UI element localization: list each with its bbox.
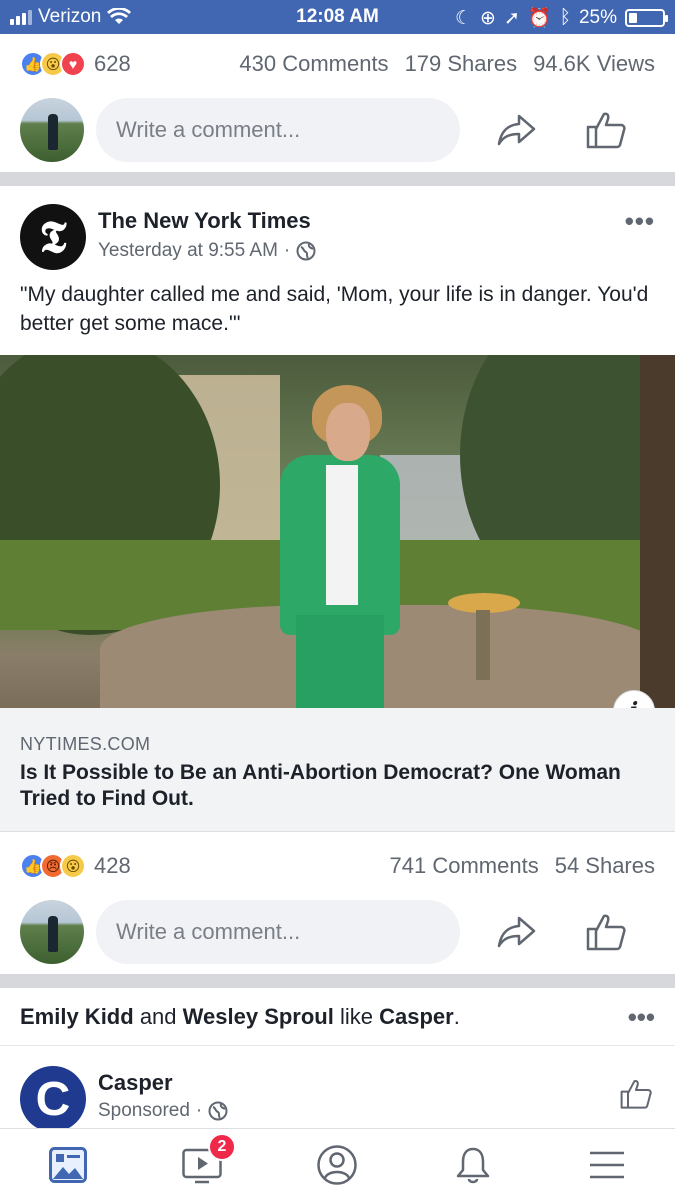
bell-icon — [456, 1147, 490, 1184]
post1-reactions-row: 👍 😮 ♥ 628 430 Comments 179 Shares 94.6K … — [0, 34, 675, 94]
post-timestamp[interactable]: Yesterday at 9:55 AM — [98, 240, 278, 262]
share-button[interactable] — [494, 910, 540, 954]
comment-input[interactable]: Write a comment... — [96, 900, 460, 964]
views-count: 94.6K Views — [533, 51, 655, 76]
like-button[interactable] — [583, 108, 629, 152]
link-domain: NYTIMES.COM — [20, 734, 151, 754]
more-options-icon[interactable]: ••• — [628, 1002, 655, 1033]
like-button[interactable] — [583, 910, 629, 954]
post-text: "My daughter called me and said, 'Mom, y… — [20, 283, 649, 335]
tab-menu[interactable] — [577, 1141, 637, 1189]
link-image[interactable] — [0, 355, 675, 708]
moon-icon: ☾ — [455, 7, 473, 29]
like-page-button[interactable] — [619, 1078, 653, 1115]
news-feed-icon — [49, 1147, 87, 1183]
and-word: and — [139, 1003, 177, 1029]
comments-count[interactable]: 430 Comments — [239, 51, 388, 77]
feed-divider — [0, 974, 675, 988]
user-avatar[interactable] — [20, 900, 84, 964]
post2-header: 𝕿 The New York Times Yesterday at 9:55 A… — [0, 186, 675, 276]
thumbs-up-icon — [620, 1080, 652, 1109]
link-title: Is It Possible to Be an Anti-Abortion De… — [20, 761, 621, 810]
alarm-icon: ⏰ — [527, 8, 552, 29]
liked-page-name[interactable]: Casper — [379, 1004, 454, 1030]
page-name[interactable]: The New York Times — [98, 208, 311, 234]
post-stats: 741 Comments 54 Shares — [390, 853, 655, 879]
reaction-count[interactable]: 428 — [94, 853, 131, 879]
globe-icon — [296, 241, 316, 261]
like-word: like — [339, 1003, 373, 1029]
reaction-count[interactable]: 628 — [94, 51, 131, 77]
meta-dot: · — [283, 240, 291, 261]
rotation-lock-icon: ⊕ — [480, 7, 496, 29]
status-right: ☾ ⊕ ➚ ⏰ ᛒ 25% — [455, 6, 668, 30]
social-context: Emily Kidd and Wesley Sproul like Casper… — [0, 988, 675, 1046]
tab-news-feed[interactable] — [38, 1141, 98, 1189]
location-icon: ➚ — [503, 7, 520, 29]
comment-input[interactable]: Write a comment... — [96, 98, 460, 162]
battery-percent: 25% — [578, 7, 617, 28]
shares-count[interactable]: 54 Shares — [555, 853, 655, 879]
more-options-icon[interactable]: ••• — [625, 206, 655, 237]
menu-icon — [590, 1151, 624, 1179]
user-avatar[interactable] — [20, 98, 84, 162]
globe-icon — [208, 1101, 228, 1121]
post-meta: Yesterday at 9:55 AM · — [98, 240, 316, 262]
thumbs-up-icon — [586, 112, 626, 149]
friend-name[interactable]: Wesley Sproul — [183, 1004, 334, 1030]
bluetooth-icon: ᛒ — [559, 7, 571, 28]
link-preview[interactable]: NYTIMES.COM Is It Possible to Be an Anti… — [0, 708, 675, 832]
post2-comment-row: Write a comment... — [0, 892, 675, 972]
tab-watch[interactable]: 2 — [172, 1133, 236, 1189]
post2-reactions-row: 👍 😠 😮 428 741 Comments 54 Shares — [0, 836, 675, 896]
reaction-icons[interactable]: 👍 😮 ♥ — [20, 51, 86, 77]
wow-reaction-icon: 😮 — [60, 853, 86, 879]
tab-notifications[interactable] — [443, 1141, 503, 1189]
friend-name[interactable]: Emily Kidd — [20, 1004, 134, 1030]
feed-divider — [0, 172, 675, 186]
thumbs-up-icon — [586, 914, 626, 951]
share-button[interactable] — [494, 108, 540, 152]
profile-icon — [317, 1145, 357, 1185]
page-name[interactable]: Casper — [98, 1070, 173, 1096]
reaction-icons[interactable]: 👍 😠 😮 — [20, 853, 86, 879]
post1-comment-row: Write a comment... — [0, 90, 675, 170]
watch-badge: 2 — [208, 1133, 236, 1161]
post-stats: 430 Comments 179 Shares 94.6K Views — [239, 51, 655, 77]
comments-count[interactable]: 741 Comments — [390, 853, 539, 879]
nyt-avatar[interactable]: 𝕿 — [20, 204, 86, 270]
post-meta: Sponsored · — [98, 1100, 228, 1122]
meta-dot: · — [195, 1100, 203, 1121]
casper-avatar[interactable]: C — [20, 1066, 86, 1132]
tab-profile[interactable] — [307, 1141, 367, 1189]
share-icon — [497, 114, 536, 146]
shares-count[interactable]: 179 Shares — [405, 51, 518, 77]
sponsored-label[interactable]: Sponsored — [98, 1100, 190, 1122]
love-reaction-icon: ♥ — [60, 51, 86, 77]
status-bar: Verizon 12:08 AM ☾ ⊕ ➚ ⏰ ᛒ 25% — [0, 0, 675, 34]
bottom-tab-bar: 2 — [0, 1128, 675, 1200]
battery-icon — [625, 9, 668, 27]
share-icon — [497, 916, 536, 948]
